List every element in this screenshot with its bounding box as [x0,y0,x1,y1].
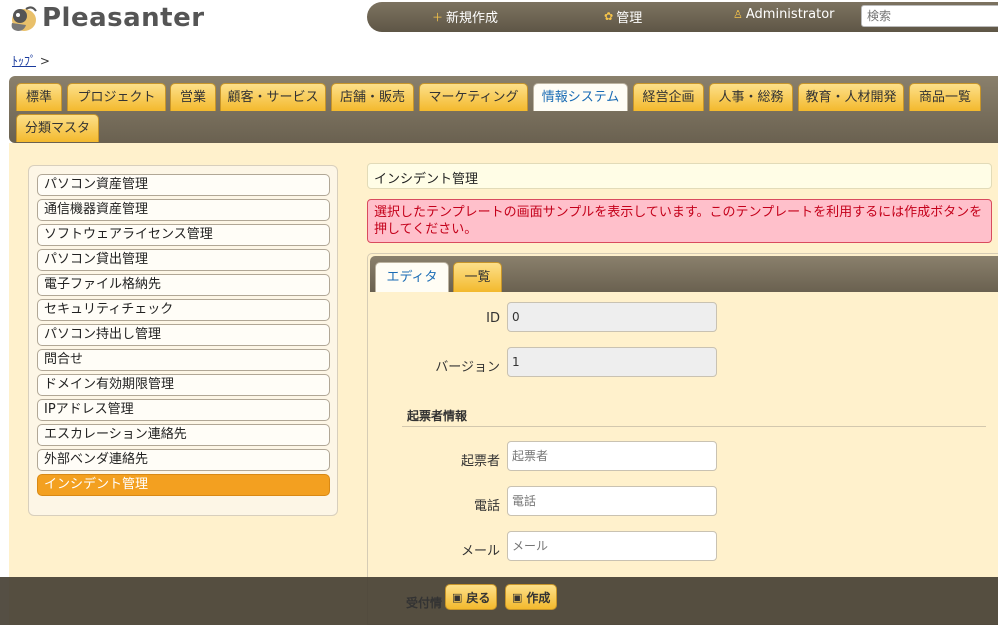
section-reception-info: 受付情 [406,596,443,610]
site-tab-4[interactable]: 店舗・販売 [331,83,414,111]
header: Pleasanter ＋ 新規作成 ✿ 管理 ♙ Administrator [0,0,998,40]
tab-list[interactable]: 一覧 [453,262,502,292]
template-item-12[interactable]: インシデント管理 [37,474,330,496]
template-item-5[interactable]: セキュリティチェック [37,299,330,321]
site-tab-5[interactable]: マーケティング [419,83,528,111]
pleasanter-logo-icon [8,3,38,33]
search-input[interactable] [861,5,998,27]
version-label: バージョン [435,360,500,375]
admin-menu-label: 管理 [616,11,643,26]
template-item-4[interactable]: 電子ファイル格納先 [37,274,330,296]
template-item-1[interactable]: 通信機器資産管理 [37,199,330,221]
mail-input[interactable] [507,531,717,561]
new-item-label: 新規作成 [446,11,499,26]
site-tab-2[interactable]: 営業 [170,83,216,111]
create-button-label: 作成 [526,590,551,605]
site-tab-6[interactable]: 情報システム [533,83,628,111]
template-item-3[interactable]: パソコン貸出管理 [37,249,330,271]
gear-icon: ✿ [604,10,614,23]
site-tab-1[interactable]: プロジェクト [67,83,166,111]
back-icon: ▣ [452,590,463,604]
main-content: パソコン資産管理 通信機器資産管理 ソフトウェアライセンス管理 パソコン貸出管理… [9,143,998,625]
template-item-6[interactable]: パソコン持出し管理 [37,324,330,346]
id-field: 0 [507,302,717,332]
plus-icon: ＋ [432,10,443,24]
editor-tab-bar: エディタ 一覧 [370,256,998,292]
site-tab-0[interactable]: 標準 [16,83,62,111]
new-item-link[interactable]: ＋ 新規作成 [432,7,499,27]
site-tab-8[interactable]: 人事・総務 [709,83,793,111]
template-item-8[interactable]: ドメイン有効期限管理 [37,374,330,396]
id-label: ID [486,311,500,326]
template-item-11[interactable]: 外部ベンダ連絡先 [37,449,330,471]
template-item-2[interactable]: ソフトウェアライセンス管理 [37,224,330,246]
phone-input[interactable] [507,486,717,516]
template-list: パソコン資産管理 通信機器資産管理 ソフトウェアライセンス管理 パソコン貸出管理… [28,165,338,516]
template-item-0[interactable]: パソコン資産管理 [37,174,330,196]
create-button[interactable]: ▣ 作成 [505,584,558,610]
template-item-7[interactable]: 問合せ [37,349,330,371]
template-item-9[interactable]: IPアドレス管理 [37,399,330,421]
user-icon: ♙ [733,8,743,21]
alert-message: 選択したテンプレートの画面サンプルを表示しています。このテンプレートを利用するに… [367,199,992,243]
breadcrumb-top-link[interactable]: ﾄｯﾌﾟ [12,54,36,68]
logo-text: Pleasanter [42,3,205,33]
save-icon: ▣ [512,590,523,604]
section-creator-info: 起票者情報 [407,409,468,423]
editor-panel: エディタ 一覧 ID 0 バージョン 1 起票者情報 起票者 電話 メール [367,253,998,625]
tab-editor[interactable]: エディタ [375,262,449,292]
back-button[interactable]: ▣ 戻る [445,584,498,610]
site-tab-3[interactable]: 顧客・サービス [220,83,326,111]
template-item-10[interactable]: エスカレーション連絡先 [37,424,330,446]
template-title: インシデント管理 [367,163,992,189]
breadcrumb-separator: > [39,54,50,68]
site-tab-9[interactable]: 教育・人材開発 [798,83,904,111]
creator-label: 起票者 [460,454,500,469]
phone-label: 電話 [473,499,500,514]
site-tab-7[interactable]: 経営企画 [633,83,704,111]
user-menu-link[interactable]: ♙ Administrator [733,7,835,22]
admin-menu-link[interactable]: ✿ 管理 [604,7,642,26]
breadcrumb: ﾄｯﾌﾟ > [12,52,50,69]
back-button-label: 戻る [466,590,491,605]
logo[interactable]: Pleasanter [8,2,205,34]
site-tab-10[interactable]: 商品一覧 [909,83,981,111]
bottom-action-bar [0,577,998,625]
user-menu-label: Administrator [745,7,835,22]
site-tab-bar: 標準 プロジェクト 営業 顧客・サービス 店舗・販売 マーケティング 情報システ… [9,76,998,143]
section-divider [402,426,986,427]
site-tab-11[interactable]: 分類マスタ [16,114,99,142]
mail-label: メール [460,544,500,559]
version-field: 1 [507,347,717,377]
creator-input[interactable] [507,441,717,471]
